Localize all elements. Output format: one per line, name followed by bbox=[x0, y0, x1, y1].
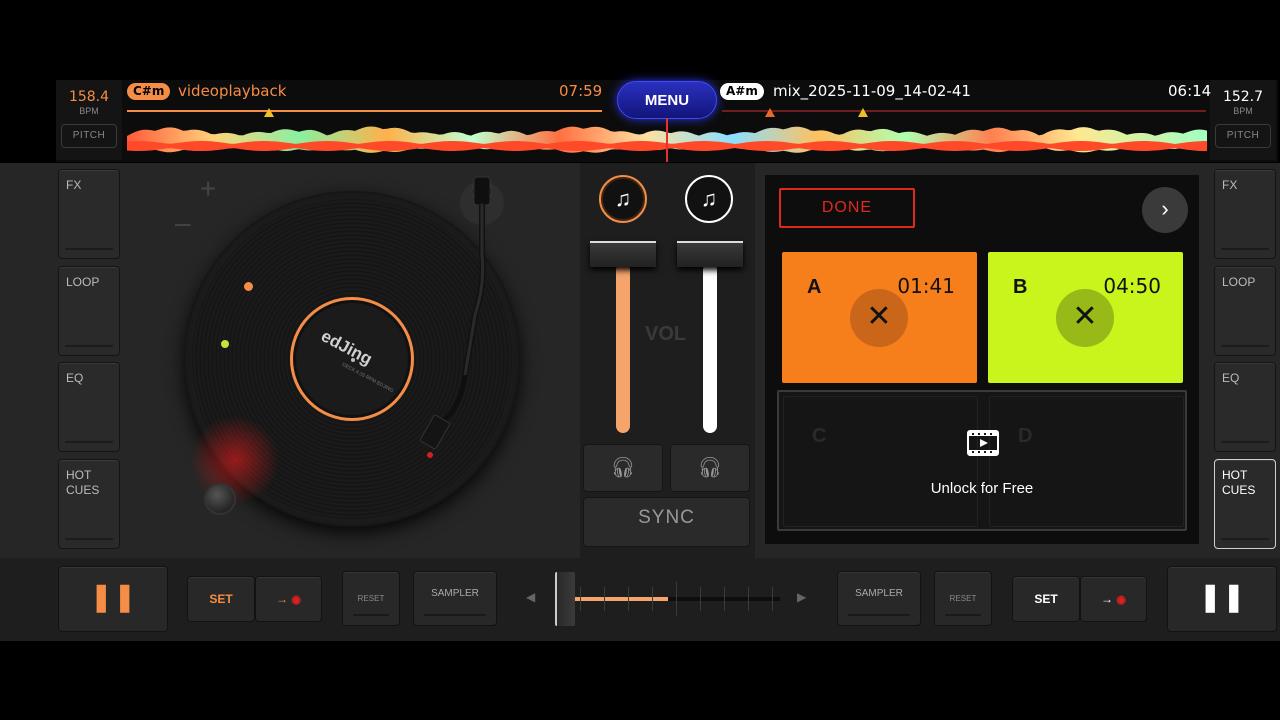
deck-b-track-title[interactable]: mix_2025-11-09_14-02-41 bbox=[773, 82, 971, 100]
crossfader-tick bbox=[748, 587, 749, 611]
music-note-add-icon: ♫ bbox=[614, 186, 632, 211]
deck-a-fx-button[interactable]: FX bbox=[58, 169, 120, 259]
vol-label: VOL bbox=[645, 323, 687, 345]
sampler-pad-a[interactable]: A 01:41 ✕ bbox=[782, 252, 977, 383]
deck-b-headphones-button[interactable]: 🎧︎ bbox=[670, 444, 750, 492]
deck-b-bpm: 152.7 bbox=[1222, 89, 1264, 105]
deck-b-loop-button[interactable]: LOOP bbox=[1214, 266, 1276, 356]
deck-b-volume-fill bbox=[703, 263, 717, 433]
crossfader-tick bbox=[628, 587, 629, 611]
deck-a-bpm: 158.4 bbox=[68, 89, 110, 105]
unlock-for-free-label[interactable]: Unlock for Free bbox=[779, 480, 1185, 497]
close-icon[interactable]: ✕ bbox=[850, 289, 908, 347]
deck-b-reset-button[interactable]: RESET bbox=[934, 571, 992, 626]
crossfader-tick bbox=[772, 587, 773, 611]
deck-a-bpm-unit: BPM bbox=[79, 106, 99, 116]
turntable[interactable]: + – edJing DECK A 33 RPM EDJING bbox=[130, 165, 580, 555]
deck-a-key-badge: C#m bbox=[127, 83, 171, 100]
done-button[interactable]: DONE bbox=[779, 188, 915, 228]
arrow-right-icon: → bbox=[1101, 592, 1114, 606]
music-note-add-icon: ♫ bbox=[700, 186, 718, 211]
sampler-pad-d: D bbox=[989, 396, 1184, 527]
locked-pads-area[interactable]: C D Unlock for Free bbox=[777, 390, 1187, 531]
deck-a-bpm-panel: 158.4 BPM PITCH bbox=[56, 80, 122, 160]
pause-icon: ❚❚ bbox=[1198, 581, 1246, 612]
video-unlock-icon bbox=[967, 430, 999, 456]
menu-button[interactable]: MENU bbox=[617, 81, 717, 119]
deck-b-cue-jump-button[interactable]: → ◉ bbox=[1080, 576, 1147, 622]
deck-b-add-track-button[interactable]: ♫ bbox=[685, 175, 733, 223]
deck-b-cue-marker-2 bbox=[858, 108, 868, 117]
deck-a-cue-marker bbox=[264, 108, 274, 117]
crossfader-fill bbox=[570, 597, 668, 601]
deck-b-key-badge: A#m bbox=[720, 83, 764, 100]
crossfader-tick bbox=[604, 587, 605, 611]
deck-a-time: 07:59 bbox=[559, 82, 603, 100]
pad-a-letter: A bbox=[807, 276, 822, 298]
deck-a-play-pause-button[interactable]: ❚❚ bbox=[58, 566, 168, 632]
deck-b-bpm-unit: BPM bbox=[1233, 106, 1253, 116]
deck-b-progress-line[interactable] bbox=[722, 110, 1206, 112]
deck-b-bpm-panel: 152.7 BPM PITCH bbox=[1210, 80, 1276, 160]
next-button[interactable]: › bbox=[1142, 187, 1188, 233]
deck-a-eq-button[interactable]: EQ bbox=[58, 362, 120, 452]
arrow-right-icon: → bbox=[276, 592, 289, 606]
record-dot-icon: ◉ bbox=[1116, 594, 1126, 606]
deck-b-volume-fader[interactable] bbox=[677, 241, 743, 267]
triangle-left-icon[interactable]: ◀ bbox=[526, 590, 535, 604]
close-icon[interactable]: ✕ bbox=[1056, 289, 1114, 347]
deck-a-cue-jump-button[interactable]: → ◉ bbox=[255, 576, 322, 622]
deck-b-fx-button[interactable]: FX bbox=[1214, 169, 1276, 259]
sampler-pad-c: C bbox=[783, 396, 978, 527]
crossfader-tick bbox=[700, 587, 701, 611]
crossfader-tick bbox=[724, 587, 725, 611]
sampler-pad-b[interactable]: B 04:50 ✕ bbox=[988, 252, 1183, 383]
deck-a-volume-fader[interactable] bbox=[590, 241, 656, 267]
deck-b-play-pause-button[interactable]: ❚❚ bbox=[1167, 566, 1277, 632]
deck-a-headphones-button[interactable]: 🎧︎ bbox=[583, 444, 663, 492]
crossfader-tick bbox=[676, 582, 677, 616]
deck-b-time: 06:14 bbox=[1168, 82, 1212, 100]
deck-b-set-cue-button[interactable]: SET bbox=[1012, 576, 1080, 622]
pad-d-letter: D bbox=[1018, 425, 1033, 447]
deck-a-hot-cues-button[interactable]: HOT CUES bbox=[58, 459, 120, 549]
crossfader-handle[interactable] bbox=[555, 572, 575, 626]
deck-a-reset-button[interactable]: RESET bbox=[342, 571, 400, 626]
deck-a-add-track-button[interactable]: ♫ bbox=[599, 175, 647, 223]
pad-a-time: 01:41 bbox=[897, 274, 955, 298]
deck-b-hot-cues-button[interactable]: HOT CUES bbox=[1214, 459, 1276, 549]
deck-a-pitch-button[interactable]: PITCH bbox=[61, 124, 117, 148]
chevron-right-icon: › bbox=[1161, 196, 1169, 221]
pause-icon: ❚❚ bbox=[89, 581, 137, 612]
deck-a-volume-fill bbox=[616, 263, 630, 433]
deck-a-track-title[interactable]: videoplayback bbox=[178, 82, 286, 100]
deck-a-progress-line[interactable] bbox=[127, 110, 602, 112]
pad-c-letter: C bbox=[812, 425, 827, 447]
deck-b-sampler-button[interactable]: SAMPLER bbox=[837, 571, 921, 626]
deck-a-set-cue-button[interactable]: SET bbox=[187, 576, 255, 622]
crossfader-tick bbox=[652, 587, 653, 611]
playhead bbox=[666, 118, 668, 162]
triangle-right-icon[interactable]: ▶ bbox=[797, 590, 806, 604]
headphones-icon: 🎧︎ bbox=[610, 457, 636, 479]
sync-button[interactable]: SYNC bbox=[583, 497, 750, 547]
deck-b-eq-button[interactable]: EQ bbox=[1214, 362, 1276, 452]
deck-b-cue-marker-1 bbox=[765, 108, 775, 117]
pad-b-letter: B bbox=[1013, 276, 1028, 298]
sampler-panel: DONE › A 01:41 ✕ B 04:50 ✕ C D Unlock fo… bbox=[765, 175, 1199, 544]
record-dot-icon: ◉ bbox=[291, 594, 301, 606]
deck-a-loop-button[interactable]: LOOP bbox=[58, 266, 120, 356]
deck-a-sampler-button[interactable]: SAMPLER bbox=[413, 571, 497, 626]
deck-b-pitch-button[interactable]: PITCH bbox=[1215, 124, 1271, 148]
pad-b-time: 04:50 bbox=[1103, 274, 1161, 298]
headphones-icon: 🎧︎ bbox=[697, 457, 723, 479]
crossfader-tick bbox=[580, 587, 581, 611]
tonearm bbox=[419, 176, 504, 458]
